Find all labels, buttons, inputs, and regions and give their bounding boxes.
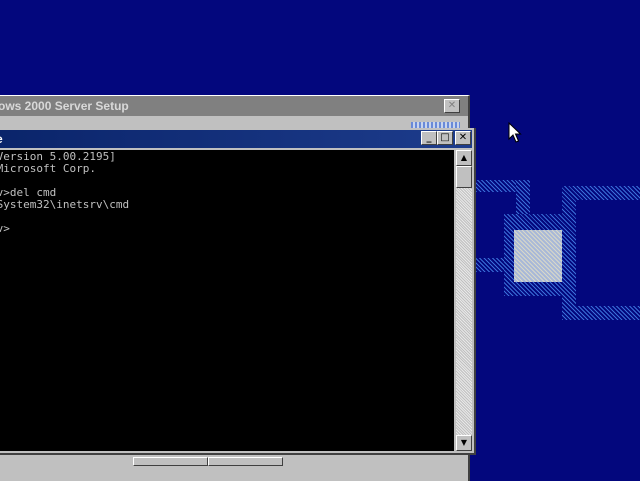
console-prompt-line: rv> bbox=[0, 222, 10, 235]
close-button[interactable]: ✕ bbox=[455, 131, 471, 145]
setup-window-titlebar[interactable]: ows 2000 Server Setup bbox=[0, 96, 468, 116]
background-graphic-frame-hole bbox=[576, 200, 640, 306]
setup-close-button[interactable]: ✕ bbox=[444, 99, 460, 113]
console-line: Microsoft Corp. bbox=[0, 162, 96, 175]
console-line: \System32\inetsrv\cmd bbox=[0, 198, 130, 211]
minimize-button[interactable]: _ bbox=[421, 131, 437, 145]
setup-window-title: ows 2000 Server Setup bbox=[0, 99, 129, 113]
maximize-button[interactable]: □ bbox=[437, 131, 453, 145]
background-graphic-bar-mid bbox=[476, 258, 506, 272]
cmd-window-titlebar[interactable]: e bbox=[0, 130, 472, 148]
vertical-scrollbar[interactable]: ▲ ▼ bbox=[456, 150, 472, 451]
setup-back-button[interactable] bbox=[133, 457, 208, 466]
scroll-up-arrow-icon[interactable]: ▲ bbox=[456, 150, 472, 166]
setup-next-button[interactable] bbox=[208, 457, 283, 466]
cmd-window-title: e bbox=[0, 132, 3, 146]
mouse-pointer-icon bbox=[508, 122, 522, 143]
background-graphic-square-inner bbox=[514, 230, 562, 282]
cmd-window: e _ □ ✕ [Version 5.00.2195] Microsoft Co… bbox=[0, 128, 476, 455]
scroll-down-arrow-icon[interactable]: ▼ bbox=[456, 435, 472, 451]
scrollbar-thumb[interactable] bbox=[456, 166, 472, 188]
console-output[interactable]: [Version 5.00.2195] Microsoft Corp. rv>d… bbox=[0, 150, 454, 451]
